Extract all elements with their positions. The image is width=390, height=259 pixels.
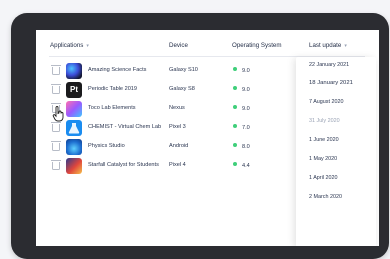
status-dot-icon [233,143,237,147]
app-name: CHEMIST - Virtual Chem Lab [88,124,162,130]
sort-caret-icon: ▾ [344,43,347,49]
os-version-label: 7.0 [242,125,250,131]
trash-icon[interactable] [51,160,61,170]
os-version: 9.0 [233,67,250,74]
flask-blue-icon [66,120,82,136]
col-device[interactable]: Device [169,42,188,49]
app-name: Toco Lab Elements [88,105,136,111]
os-version-label: 9.0 [242,87,250,93]
flask-gradient-icon [66,101,82,117]
os-version: 9.0 [233,86,250,93]
device-name: Galaxy S10 [169,67,198,73]
starfall-icon [66,158,82,174]
status-dot-icon [233,67,237,71]
table-row[interactable]: Starfall Catalyst for Students Pixel 4 4… [36,155,379,177]
col-os[interactable]: Operating System [232,42,282,49]
trash-icon[interactable] [51,122,61,132]
sort-caret-icon: ▾ [86,43,89,49]
status-dot-icon [233,105,237,109]
status-dot-icon [233,124,237,128]
col-applications[interactable]: Applications ▾ [50,42,89,49]
planet-icon [66,63,82,79]
os-version: 7.0 [233,124,250,131]
device-name: Pixel 4 [169,162,186,168]
col-applications-label: Applications [50,42,84,49]
os-version-label: 9.0 [242,106,250,112]
app-name: Physics Studio [88,143,125,149]
trash-icon[interactable] [51,84,61,94]
os-version: 8.0 [233,143,250,150]
device-name: Galaxy S8 [169,86,195,92]
trash-icon[interactable] [51,141,61,151]
app-name: Starfall Catalyst for Students [88,162,159,168]
os-version: 9.0 [233,105,250,112]
col-last-update[interactable]: Last update ▾ [309,42,347,49]
device-name: Pixel 3 [169,124,186,130]
app-name: Periodic Table 2019 [88,86,138,92]
trash-icon[interactable] [51,65,61,75]
app-table-screen: Applications ▾ Device Operating System La… [36,30,379,246]
os-version-label: 8.0 [242,144,250,150]
os-version-label: 4.4 [242,163,250,169]
date-row-8: 2 March 2020 [309,194,342,200]
app-name: Amazing Science Facts [88,67,147,73]
col-last-update-label: Last update [309,42,342,49]
status-dot-icon [233,162,237,166]
device-name: Android [169,143,189,149]
device-name: Nexus [169,105,185,111]
pt-logo-icon: Pt [66,82,82,98]
os-version: 4.4 [233,162,250,169]
status-dot-icon [233,86,237,90]
table-header: Applications ▾ Device Operating System La… [36,42,379,54]
os-version-label: 9.0 [242,68,250,74]
physics-icon [66,139,82,155]
hand-cursor-icon [52,106,64,122]
